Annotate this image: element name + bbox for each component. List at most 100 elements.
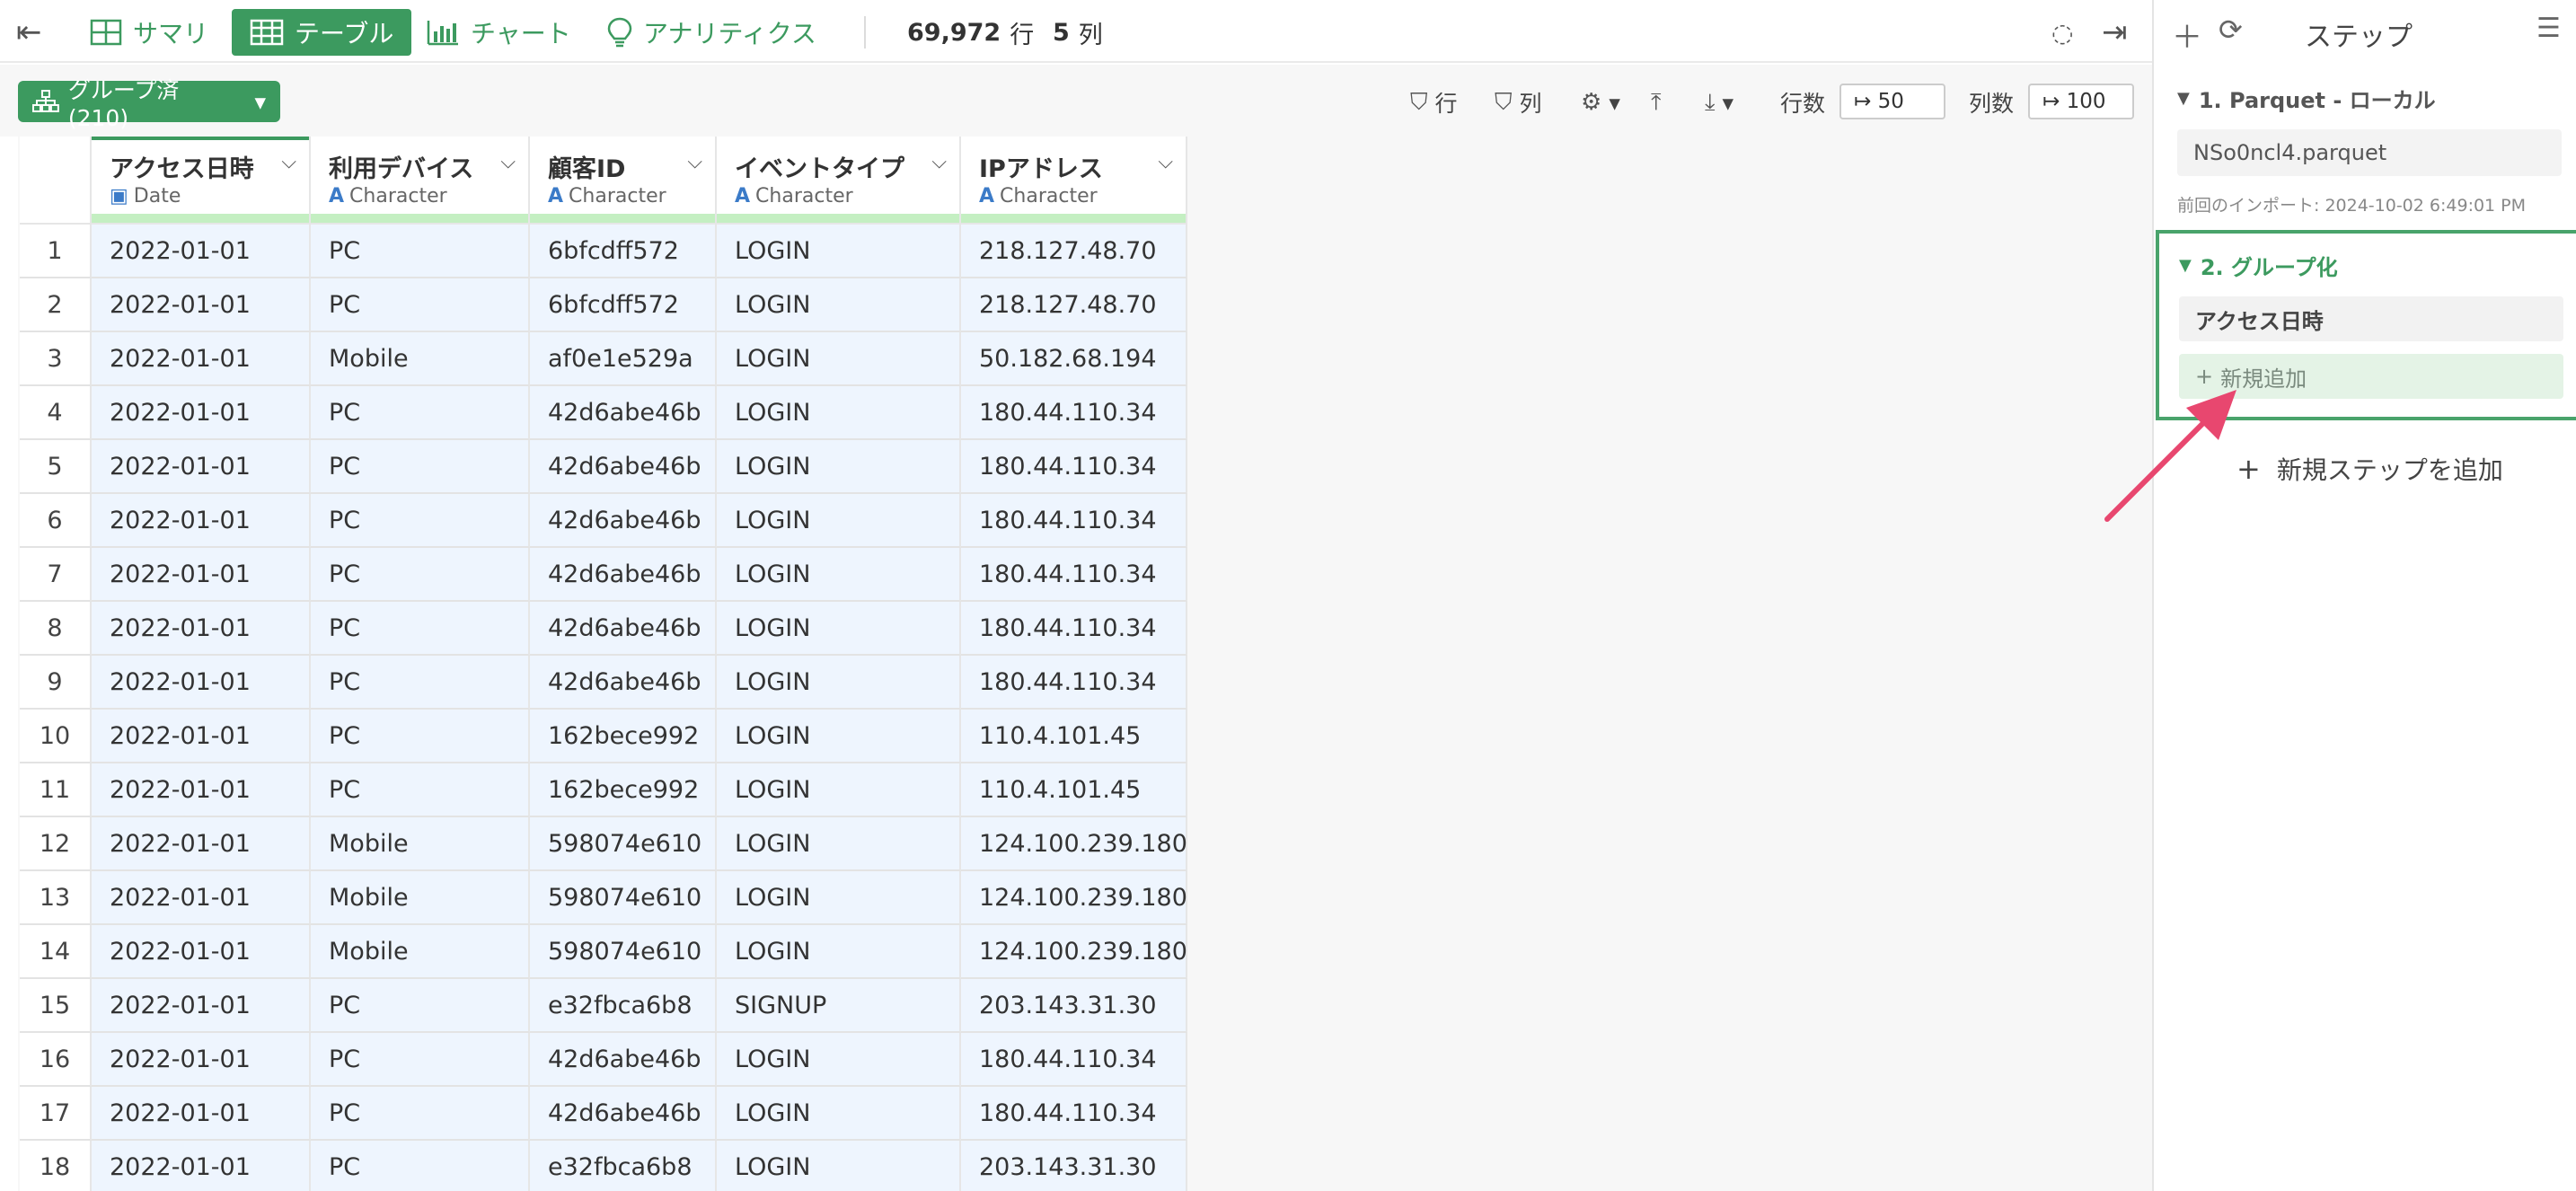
chevron-down-icon[interactable]: ⌵ — [687, 151, 702, 173]
table-cell[interactable]: 2022-01-01 — [92, 1141, 311, 1191]
table-cell[interactable]: LOGIN — [717, 656, 961, 710]
table-cell[interactable]: Mobile — [311, 871, 530, 925]
grouped-button[interactable]: グループ済 (210) ▾ — [18, 77, 280, 131]
table-row[interactable]: 5 2022-01-01 PC 42d6abe46b LOGIN 180.44.110.3… — [20, 440, 1187, 494]
table-cell[interactable]: LOGIN — [717, 763, 961, 817]
settings-button[interactable]: ⚙ ▾ — [1581, 84, 1620, 120]
table-cell[interactable]: LOGIN — [717, 494, 961, 548]
column-header[interactable]: 利用デバイス ⌵ A Character — [311, 137, 530, 225]
table-cell[interactable]: 2022-01-01 — [92, 710, 311, 763]
sliders-icon[interactable]: ☰ — [2536, 13, 2561, 44]
table-cell[interactable]: PC — [311, 710, 530, 763]
cols-input[interactable]: ↦ 100 — [2028, 84, 2134, 119]
table-row[interactable]: 12 2022-01-01 Mobile 598074e610 LOGIN 124.100… — [20, 817, 1187, 871]
table-cell[interactable]: 6bfcdff572 — [530, 278, 717, 332]
collapse-left-icon[interactable]: ⇤ — [16, 9, 42, 56]
table-row[interactable]: 6 2022-01-01 PC 42d6abe46b LOGIN 180.44.110.3… — [20, 494, 1187, 548]
table-row[interactable]: 4 2022-01-01 PC 42d6abe46b LOGIN 180.44.110.3… — [20, 386, 1187, 440]
table-cell[interactable]: 110.4.101.45 — [961, 710, 1187, 763]
table-cell[interactable]: 162bece992 — [530, 763, 717, 817]
table-cell[interactable]: 180.44.110.34 — [961, 602, 1187, 656]
table-cell[interactable]: LOGIN — [717, 332, 961, 386]
table-cell[interactable]: 2022-01-01 — [92, 763, 311, 817]
table-cell[interactable]: 180.44.110.34 — [961, 386, 1187, 440]
table-cell[interactable]: 42d6abe46b — [530, 1033, 717, 1087]
table-cell[interactable]: LOGIN — [717, 386, 961, 440]
table-cell[interactable]: 42d6abe46b — [530, 602, 717, 656]
table-cell[interactable]: 124.100.239.180 — [961, 871, 1187, 925]
step-header-parquet[interactable]: ▼ 1. Parquet - ローカル — [2177, 83, 2436, 114]
table-cell[interactable]: LOGIN — [717, 871, 961, 925]
table-cell[interactable]: 2022-01-01 — [92, 494, 311, 548]
table-cell[interactable]: 124.100.239.180 — [961, 817, 1187, 871]
table-cell[interactable]: 162bece992 — [530, 710, 717, 763]
step-header-group[interactable]: ▼ 2. グループ化 — [2179, 250, 2338, 281]
table-cell[interactable]: 42d6abe46b — [530, 656, 717, 710]
table-cell[interactable]: 50.182.68.194 — [961, 332, 1187, 386]
table-cell[interactable]: 42d6abe46b — [530, 1087, 717, 1141]
col-filter-button[interactable]: ⛉ 列 — [1495, 84, 1542, 120]
table-cell[interactable]: 180.44.110.34 — [961, 656, 1187, 710]
table-row[interactable]: 3 2022-01-01 Mobile af0e1e529a LOGIN 50.182.6… — [20, 332, 1187, 386]
table-cell[interactable]: 180.44.110.34 — [961, 1033, 1187, 1087]
add-new-key-button[interactable]: + 新規追加 — [2179, 354, 2563, 399]
table-cell[interactable]: LOGIN — [717, 1141, 961, 1191]
table-row[interactable]: 7 2022-01-01 PC 42d6abe46b LOGIN 180.44.110.3… — [20, 548, 1187, 602]
table-row[interactable]: 18 2022-01-01 PC e32fbca6b8 LOGIN 203.143.31.… — [20, 1141, 1187, 1191]
table-cell[interactable]: PC — [311, 440, 530, 494]
table-cell[interactable]: PC — [311, 656, 530, 710]
table-cell[interactable]: PC — [311, 386, 530, 440]
table-cell[interactable]: 180.44.110.34 — [961, 1087, 1187, 1141]
table-row[interactable]: 14 2022-01-01 Mobile 598074e610 LOGIN 124.100… — [20, 925, 1187, 979]
table-cell[interactable]: 2022-01-01 — [92, 278, 311, 332]
comment-icon[interactable]: ◌ — [2051, 9, 2073, 56]
table-cell[interactable]: 598074e610 — [530, 871, 717, 925]
table-cell[interactable]: 2022-01-01 — [92, 925, 311, 979]
table-cell[interactable]: PC — [311, 225, 530, 278]
parquet-file[interactable]: NSo0ncl4.parquet — [2177, 129, 2562, 176]
table-cell[interactable]: 110.4.101.45 — [961, 763, 1187, 817]
table-cell[interactable]: 2022-01-01 — [92, 548, 311, 602]
download-button[interactable]: ⤓ ▾ — [1705, 84, 1734, 120]
table-cell[interactable]: LOGIN — [717, 278, 961, 332]
table-cell[interactable]: 42d6abe46b — [530, 440, 717, 494]
table-cell[interactable]: PC — [311, 763, 530, 817]
table-cell[interactable]: Mobile — [311, 925, 530, 979]
tab-analytics[interactable]: アナリティクス — [607, 9, 816, 56]
table-cell[interactable]: 2022-01-01 — [92, 225, 311, 278]
column-header[interactable]: 顧客ID ⌵ A Character — [530, 137, 717, 225]
table-cell[interactable]: 2022-01-01 — [92, 440, 311, 494]
table-cell[interactable]: 180.44.110.34 — [961, 548, 1187, 602]
table-cell[interactable]: 2022-01-01 — [92, 871, 311, 925]
add-step-button[interactable]: + 新規ステップを追加 — [2236, 451, 2503, 487]
table-cell[interactable]: LOGIN — [717, 440, 961, 494]
table-cell[interactable]: PC — [311, 278, 530, 332]
column-header[interactable]: IPアドレス ⌵ A Character — [961, 137, 1187, 225]
group-key[interactable]: アクセス日時 — [2179, 296, 2563, 341]
table-cell[interactable]: 2022-01-01 — [92, 332, 311, 386]
table-row[interactable]: 15 2022-01-01 PC e32fbca6b8 SIGNUP 203.143.31… — [20, 979, 1187, 1033]
table-cell[interactable]: 2022-01-01 — [92, 386, 311, 440]
table-row[interactable]: 9 2022-01-01 PC 42d6abe46b LOGIN 180.44.110.3… — [20, 656, 1187, 710]
table-cell[interactable]: 42d6abe46b — [530, 386, 717, 440]
table-cell[interactable]: e32fbca6b8 — [530, 979, 717, 1033]
table-row[interactable]: 11 2022-01-01 PC 162bece992 LOGIN 110.4.101.4… — [20, 763, 1187, 817]
table-cell[interactable]: 2022-01-01 — [92, 1033, 311, 1087]
table-cell[interactable]: Mobile — [311, 332, 530, 386]
refresh-icon[interactable]: ⟳ — [2219, 13, 2243, 47]
chevron-down-icon[interactable]: ⌵ — [500, 151, 516, 173]
table-cell[interactable]: PC — [311, 979, 530, 1033]
column-header[interactable]: アクセス日時 ⌵ ▣ Date — [92, 137, 311, 225]
rows-input[interactable]: ↦ 50 — [1839, 84, 1945, 119]
upload-button[interactable]: ⤒ — [1651, 84, 1662, 120]
table-cell[interactable]: 6bfcdff572 — [530, 225, 717, 278]
table-cell[interactable]: LOGIN — [717, 548, 961, 602]
table-cell[interactable]: 2022-01-01 — [92, 656, 311, 710]
table-cell[interactable]: LOGIN — [717, 1087, 961, 1141]
table-cell[interactable]: PC — [311, 602, 530, 656]
chevron-down-icon[interactable]: ⌵ — [1158, 151, 1173, 173]
collapse-right-icon[interactable]: ⇥ — [2102, 9, 2128, 56]
table-cell[interactable]: LOGIN — [717, 225, 961, 278]
table-row[interactable]: 2 2022-01-01 PC 6bfcdff572 LOGIN 218.127.48.7… — [20, 278, 1187, 332]
table-cell[interactable]: af0e1e529a — [530, 332, 717, 386]
